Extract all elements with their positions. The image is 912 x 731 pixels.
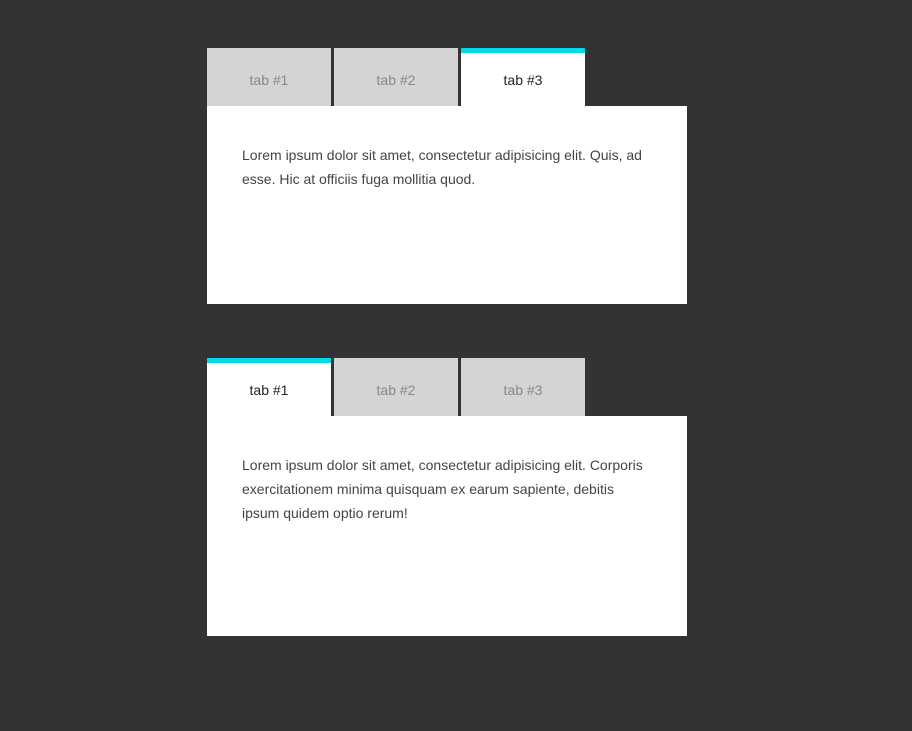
tab-label: tab #1 [250,382,289,398]
tab-strip: tab #1 tab #2 tab #3 [207,48,687,106]
tab-label: tab #3 [504,72,543,88]
tab-3[interactable]: tab #3 [461,48,585,106]
tab-strip: tab #1 tab #2 tab #3 [207,358,687,416]
tab-label: tab #2 [377,72,416,88]
tab-content-text: Lorem ipsum dolor sit amet, consectetur … [242,144,652,192]
tab-2[interactable]: tab #2 [334,48,458,106]
tab-2[interactable]: tab #2 [334,358,458,416]
tab-1[interactable]: tab #1 [207,358,331,416]
tab-content-text: Lorem ipsum dolor sit amet, consectetur … [242,454,652,525]
tab-label: tab #3 [504,382,543,398]
tab-1[interactable]: tab #1 [207,48,331,106]
tab-3[interactable]: tab #3 [461,358,585,416]
tab-label: tab #2 [377,382,416,398]
tab-label: tab #1 [250,72,289,88]
tab-widget-1: tab #1 tab #2 tab #3 Lorem ipsum dolor s… [207,48,687,304]
tab-widget-2: tab #1 tab #2 tab #3 Lorem ipsum dolor s… [207,358,687,636]
tab-panel: Lorem ipsum dolor sit amet, consectetur … [207,106,687,304]
tab-panel: Lorem ipsum dolor sit amet, consectetur … [207,416,687,636]
